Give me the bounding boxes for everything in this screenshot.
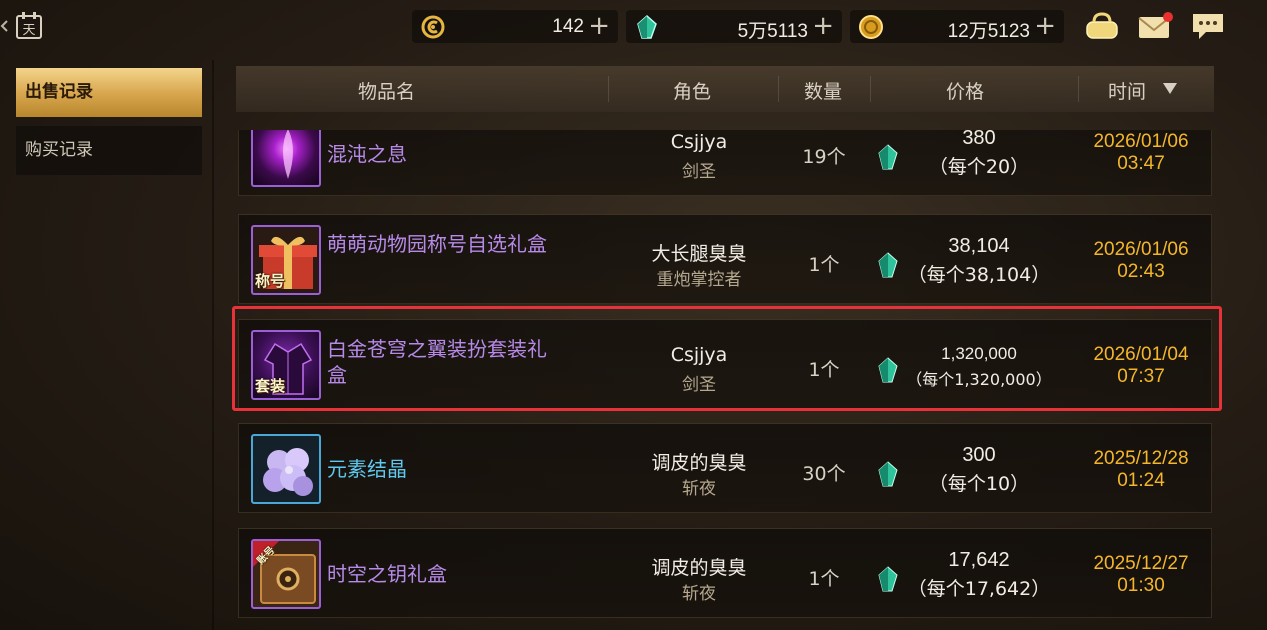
outfit-set-icon[interactable]: 套装	[251, 330, 321, 400]
item-quantity: 19个	[802, 146, 846, 168]
tab-buy-records[interactable]: 购买记录	[16, 126, 202, 175]
spacetime-key-box-icon[interactable]: 账号	[251, 539, 321, 609]
table-header: 物品名 角色 数量 价格 时间	[236, 66, 1214, 112]
mail-icon[interactable]	[1137, 10, 1173, 42]
sale-clock: 07:37	[1117, 366, 1165, 387]
add-coins-button[interactable]: +	[588, 12, 610, 40]
currency-crystal: 5万5113 +	[626, 10, 842, 43]
role-name: Csjjya	[670, 344, 728, 366]
role-class: 剑圣	[682, 375, 716, 395]
header-role[interactable]: 角色	[673, 77, 711, 104]
header-separator	[870, 76, 871, 102]
svg-text:天: 天	[22, 23, 35, 38]
total-price: 380	[962, 130, 996, 149]
table-row[interactable]: 元素结晶 调皮的臭臭 斩夜 30个 300 （每个10） 2025/12/28 …	[238, 423, 1212, 513]
role-class: 斩夜	[682, 479, 716, 499]
item-quantity: 1个	[808, 359, 840, 381]
element-crystal-icon[interactable]	[251, 434, 321, 504]
role-class: 剑圣	[682, 162, 716, 182]
top-bar: 天 142 + 5万5113 + 12万5123 +	[0, 0, 1267, 52]
icon-tag: 套装	[255, 377, 286, 395]
gold-c-coin-icon	[421, 15, 445, 39]
chat-icon[interactable]	[1190, 10, 1226, 42]
chaos-orb-icon[interactable]	[251, 130, 321, 187]
item-quantity: 1个	[808, 254, 840, 276]
role-name: 调皮的臭臭	[651, 557, 747, 579]
sale-date: 2026/01/06	[1093, 239, 1189, 260]
icon-tag: 称号	[255, 272, 286, 290]
sale-clock: 03:47	[1117, 153, 1165, 174]
header-quantity[interactable]: 数量	[804, 77, 842, 104]
add-crystal-button[interactable]: +	[812, 12, 834, 40]
total-price: 1,320,000	[941, 344, 1017, 363]
gold-amount: 12万5123	[947, 21, 1030, 42]
header-separator	[608, 76, 609, 102]
back-arrow-icon[interactable]	[0, 20, 8, 32]
unit-price: （每个10）	[928, 473, 1030, 495]
currency-gold: 12万5123 +	[850, 10, 1064, 43]
table-row[interactable]: 混沌之息 Csjjya 剑圣 19个 380 （每个20） 2026/01/06…	[238, 130, 1212, 196]
divider	[212, 60, 214, 630]
total-price: 300	[962, 444, 996, 466]
sale-clock: 01:30	[1117, 575, 1165, 596]
total-price: 17,642	[948, 549, 1010, 571]
sale-date: 2025/12/27	[1093, 553, 1189, 574]
gift-box-icon[interactable]: 称号	[251, 225, 321, 295]
sale-time: 2026/01/04 07:37	[1069, 344, 1213, 388]
unit-price: （每个1,320,000）	[906, 370, 1052, 389]
sale-date: 2025/12/28	[1093, 448, 1189, 469]
green-crystal-icon	[637, 14, 657, 39]
table-row[interactable]: 账号 时空之钥礼盒 调皮的臭臭 斩夜 1个 17,642 （每个17,642） …	[238, 528, 1212, 618]
role-name: 大长腿臭臭	[651, 243, 747, 265]
item-name[interactable]: 萌萌动物园称号自选礼盒	[327, 231, 557, 257]
role-class: 斩夜	[682, 584, 716, 604]
sale-time: 2026/01/06 03:47	[1069, 131, 1213, 175]
item-name[interactable]: 白金苍穹之翼装扮套装礼盒	[327, 336, 557, 388]
wallet-icon[interactable]	[1084, 10, 1120, 42]
sort-down-icon[interactable]	[1163, 83, 1177, 94]
coin-amount: 142	[552, 16, 584, 37]
role-name: Csjjya	[670, 131, 728, 153]
header-separator	[778, 76, 779, 102]
table-row[interactable]: 套装 白金苍穹之翼装扮套装礼盒 Csjjya 剑圣 1个 1,320,000 （…	[238, 319, 1212, 409]
item-quantity: 30个	[802, 463, 846, 485]
crystal-amount: 5万5113	[737, 21, 808, 42]
sale-clock: 01:24	[1117, 470, 1165, 491]
currency-coins: 142 +	[412, 10, 618, 43]
unit-price: （每个20）	[928, 156, 1030, 178]
gold-coin-icon	[859, 15, 883, 39]
item-name[interactable]: 混沌之息	[327, 141, 557, 167]
unit-price: （每个38,104）	[907, 264, 1051, 286]
header-price[interactable]: 价格	[946, 77, 984, 104]
item-quantity: 1个	[808, 568, 840, 590]
item-name[interactable]: 元素结晶	[327, 456, 557, 482]
sales-record-list[interactable]: 混沌之息 Csjjya 剑圣 19个 380 （每个20） 2026/01/06…	[236, 130, 1214, 630]
calendar-icon[interactable]: 天	[14, 10, 44, 40]
role-class: 重炮掌控者	[656, 270, 742, 290]
sale-clock: 02:43	[1117, 261, 1165, 282]
sale-time: 2026/01/06 02:43	[1069, 239, 1213, 283]
sale-date: 2026/01/04	[1093, 344, 1189, 365]
total-price: 38,104	[948, 235, 1010, 257]
header-item[interactable]: 物品名	[358, 77, 415, 104]
add-gold-button[interactable]: +	[1034, 12, 1056, 40]
sale-time: 2025/12/28 01:24	[1069, 448, 1213, 492]
sale-time: 2025/12/27 01:30	[1069, 553, 1213, 597]
sale-date: 2026/01/06	[1093, 131, 1189, 152]
header-separator	[1078, 76, 1079, 102]
role-name: 调皮的臭臭	[651, 452, 747, 474]
item-name[interactable]: 时空之钥礼盒	[327, 561, 557, 587]
unit-price: （每个17,642）	[907, 578, 1051, 600]
tab-sell-records[interactable]: 出售记录	[16, 68, 202, 117]
header-time[interactable]: 时间	[1108, 77, 1146, 104]
table-row[interactable]: 称号 萌萌动物园称号自选礼盒 大长腿臭臭 重炮掌控者 1个 38,104 （每个…	[238, 214, 1212, 304]
